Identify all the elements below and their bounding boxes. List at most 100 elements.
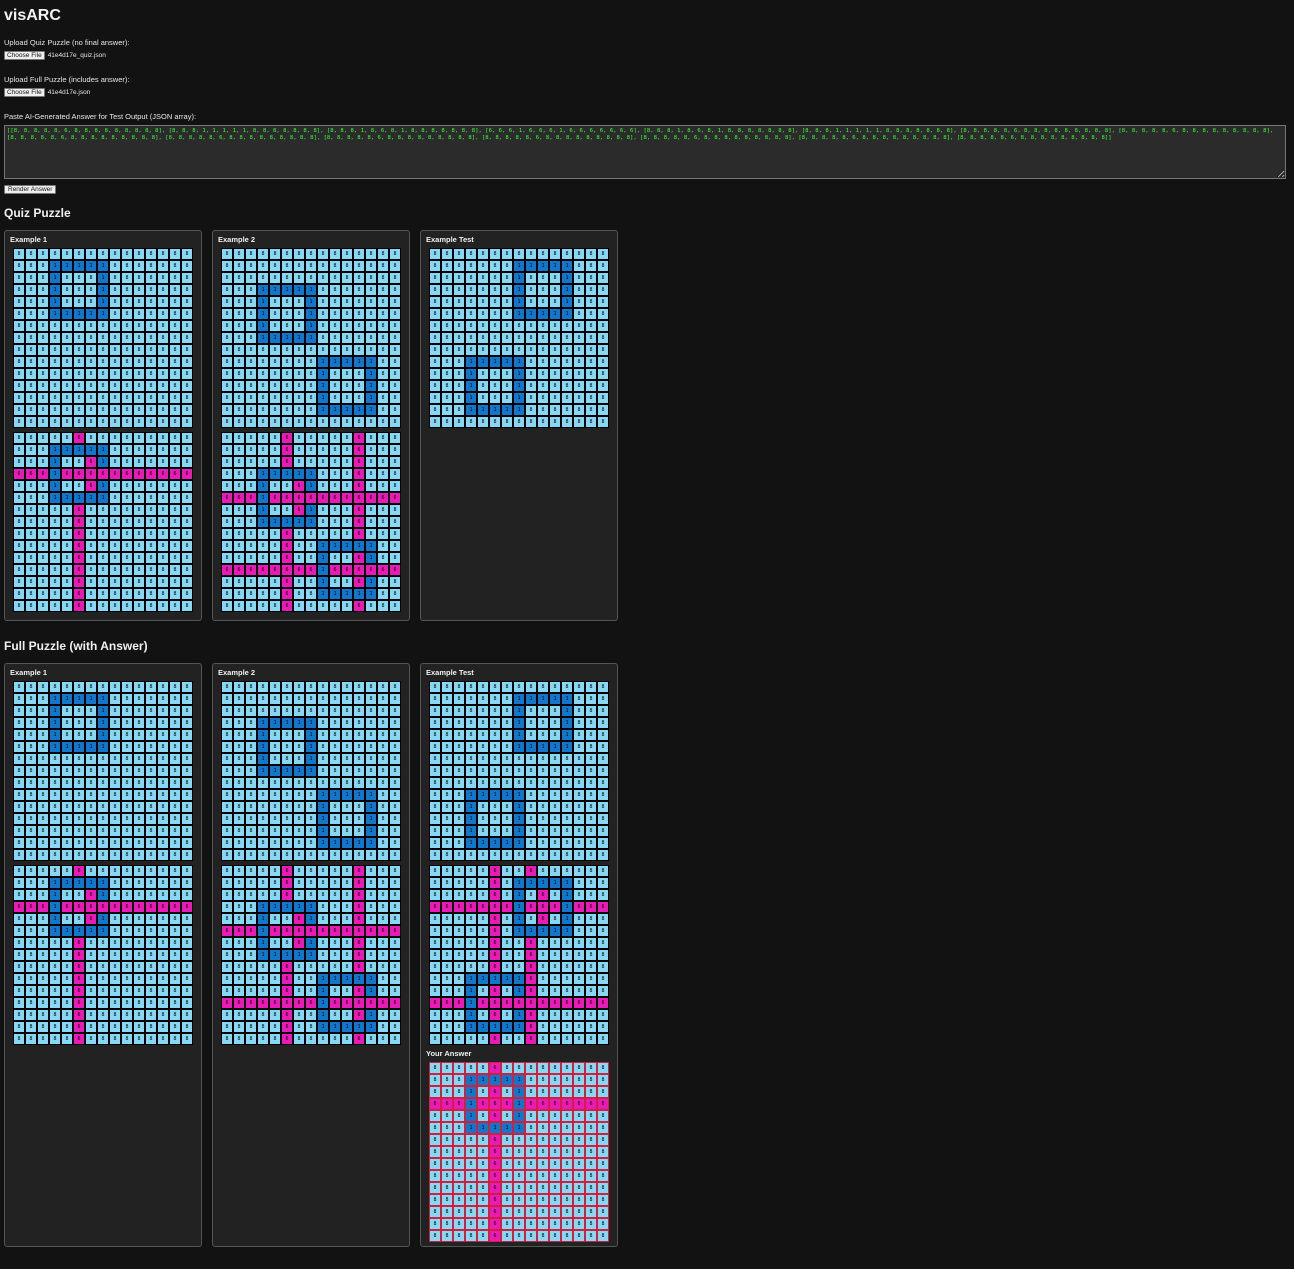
grid-cell: 8 bbox=[37, 973, 49, 985]
grid-cell: 6 bbox=[561, 997, 573, 1009]
grid-cell: 8 bbox=[585, 248, 597, 260]
grid-cell: 8 bbox=[329, 272, 341, 284]
grid-cell: 8 bbox=[233, 949, 245, 961]
grid-cell: 8 bbox=[121, 1021, 133, 1033]
grid-cell: 8 bbox=[441, 248, 453, 260]
grid-cell: 8 bbox=[181, 693, 193, 705]
grid-cell: 1 bbox=[317, 404, 329, 416]
grid-cell: 8 bbox=[25, 865, 37, 877]
grid-cell: 1 bbox=[489, 973, 501, 985]
grid-cell: 8 bbox=[157, 516, 169, 528]
grid-cell: 6 bbox=[353, 1009, 365, 1021]
grid-cell: 6 bbox=[329, 564, 341, 576]
grid-cell: 8 bbox=[317, 308, 329, 320]
grid-cell: 8 bbox=[269, 961, 281, 973]
grid-cell: 8 bbox=[49, 516, 61, 528]
grid-cell: 8 bbox=[585, 753, 597, 765]
grid-cell: 8 bbox=[121, 865, 133, 877]
grid-cell: 8 bbox=[145, 504, 157, 516]
grid-cell: 8 bbox=[597, 1086, 609, 1098]
grid-cell: 8 bbox=[429, 416, 441, 428]
grid-cell: 8 bbox=[389, 588, 401, 600]
quiz-choose-file-button[interactable]: Choose File bbox=[4, 51, 45, 60]
grid-cell: 8 bbox=[13, 741, 25, 753]
grid-cell: 1 bbox=[365, 801, 377, 813]
grid-cell: 8 bbox=[465, 1170, 477, 1182]
grid-cell: 6 bbox=[281, 492, 293, 504]
grid-cell: 8 bbox=[269, 308, 281, 320]
grid-cell: 8 bbox=[49, 380, 61, 392]
grid-cell: 8 bbox=[25, 392, 37, 404]
grid-cell: 8 bbox=[501, 416, 513, 428]
grid-cell: 8 bbox=[269, 1033, 281, 1045]
grid-cell: 8 bbox=[169, 492, 181, 504]
grid-cell: 6 bbox=[429, 1098, 441, 1110]
example-input-grid: 8888888888888888888888888888888888888888… bbox=[221, 681, 401, 861]
grid-cell: 8 bbox=[145, 516, 157, 528]
grid-cell: 8 bbox=[61, 865, 73, 877]
grid-cell: 8 bbox=[145, 753, 157, 765]
grid-cell: 8 bbox=[293, 444, 305, 456]
grid-cell: 8 bbox=[353, 416, 365, 428]
grid-cell: 8 bbox=[169, 392, 181, 404]
grid-cell: 8 bbox=[157, 600, 169, 612]
grid-cell: 8 bbox=[281, 392, 293, 404]
grid-cell: 8 bbox=[121, 296, 133, 308]
grid-cell: 8 bbox=[549, 272, 561, 284]
grid-cell: 8 bbox=[13, 332, 25, 344]
render-answer-button[interactable]: Render Answer bbox=[4, 185, 57, 194]
quiz-card-example-2: Example 2 888888888888888888888888888888… bbox=[212, 230, 410, 621]
grid-cell: 6 bbox=[181, 468, 193, 480]
answer-json-textarea[interactable]: [[8, 8, 8, 8, 8, 6, 8, 8, 8, 8, 8, 8, 8,… bbox=[4, 125, 1286, 179]
grid-cell: 1 bbox=[537, 693, 549, 705]
grid-cell: 8 bbox=[221, 332, 233, 344]
grid-cell: 8 bbox=[525, 825, 537, 837]
grid-cell: 1 bbox=[365, 552, 377, 564]
grid-cell: 8 bbox=[97, 404, 109, 416]
grid-cell: 8 bbox=[257, 789, 269, 801]
grid-cell: 8 bbox=[293, 308, 305, 320]
grid-cell: 6 bbox=[121, 468, 133, 480]
grid-cell: 8 bbox=[157, 813, 169, 825]
grid-cell: 8 bbox=[429, 765, 441, 777]
grid-cell: 8 bbox=[365, 865, 377, 877]
grid-cell: 8 bbox=[61, 480, 73, 492]
grid-cell: 8 bbox=[585, 837, 597, 849]
grid-cell: 8 bbox=[169, 937, 181, 949]
grid-cell: 6 bbox=[281, 588, 293, 600]
grid-cell: 8 bbox=[573, 380, 585, 392]
grid-cell: 6 bbox=[317, 925, 329, 937]
grid-cell: 1 bbox=[465, 1009, 477, 1021]
grid-cell: 1 bbox=[477, 1074, 489, 1086]
grid-cell: 8 bbox=[245, 368, 257, 380]
grid-cell: 8 bbox=[597, 1194, 609, 1206]
grid-cell: 1 bbox=[269, 284, 281, 296]
grid-cell: 8 bbox=[221, 865, 233, 877]
grid-cell: 6 bbox=[477, 997, 489, 1009]
grid-cell: 8 bbox=[477, 1206, 489, 1218]
grid-cell: 8 bbox=[269, 789, 281, 801]
full-choose-file-button[interactable]: Choose File bbox=[4, 88, 45, 97]
grid-cell: 8 bbox=[453, 308, 465, 320]
grid-cell: 6 bbox=[293, 913, 305, 925]
grid-cell: 8 bbox=[389, 901, 401, 913]
grid-cell: 8 bbox=[181, 729, 193, 741]
grid-cell: 1 bbox=[97, 260, 109, 272]
grid-cell: 8 bbox=[573, 765, 585, 777]
grid-cell: 8 bbox=[257, 705, 269, 717]
grid-cell: 1 bbox=[561, 889, 573, 901]
grid-cell: 8 bbox=[269, 248, 281, 260]
grid-cell: 8 bbox=[537, 937, 549, 949]
grid-cell: 1 bbox=[525, 308, 537, 320]
grid-cell: 8 bbox=[305, 705, 317, 717]
grid-cell: 1 bbox=[329, 356, 341, 368]
grid-cell: 8 bbox=[145, 540, 157, 552]
grid-cell: 8 bbox=[221, 741, 233, 753]
grid-cell: 8 bbox=[561, 1194, 573, 1206]
grid-cell: 1 bbox=[341, 973, 353, 985]
grid-cell: 8 bbox=[585, 937, 597, 949]
grid-cell: 8 bbox=[537, 1230, 549, 1242]
grid-cell: 8 bbox=[441, 1033, 453, 1045]
grid-cell: 6 bbox=[489, 1146, 501, 1158]
grid-cell: 6 bbox=[525, 937, 537, 949]
